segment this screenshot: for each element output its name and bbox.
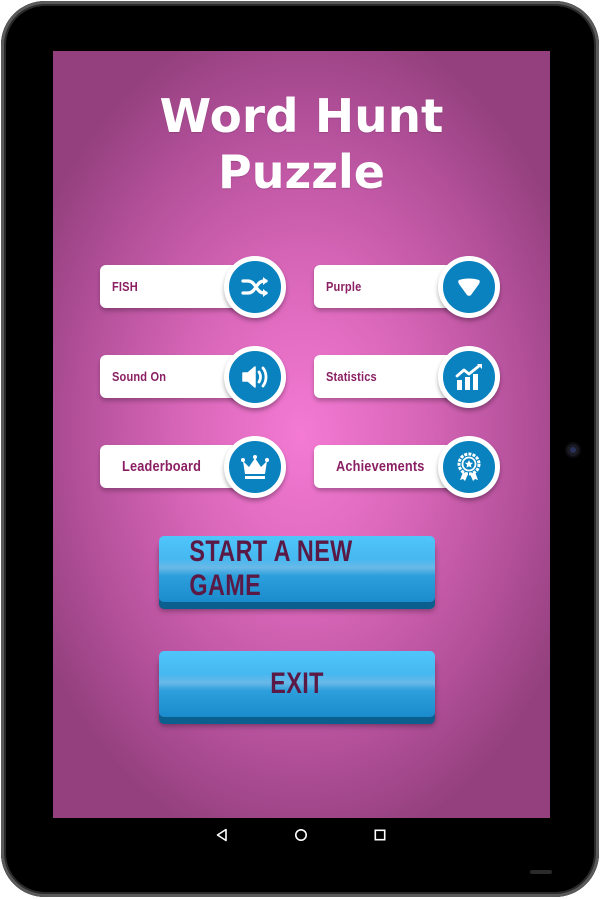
- category-label: FISH: [112, 279, 138, 294]
- statistics-label: Statistics: [326, 369, 377, 384]
- home-icon[interactable]: [291, 820, 311, 850]
- theme-option[interactable]: Purple: [314, 256, 500, 318]
- exit-label: EXIT: [270, 667, 324, 700]
- theme-label: Purple: [326, 279, 362, 294]
- shuffle-icon[interactable]: [224, 256, 286, 318]
- leaderboard-option[interactable]: Leaderboard: [100, 436, 286, 498]
- app-title-line1: Word Hunt: [159, 89, 444, 143]
- leaderboard-label: Leaderboard: [122, 458, 202, 475]
- statistics-option[interactable]: Statistics: [314, 346, 500, 408]
- crown-icon[interactable]: [224, 436, 286, 498]
- sound-label: Sound On: [112, 369, 167, 384]
- start-new-game-label: START A NEW GAME: [189, 535, 353, 602]
- app-screen: Word Hunt Puzzle FISH Purple Sound On St…: [53, 51, 550, 818]
- achievements-option[interactable]: Achievements: [314, 436, 500, 498]
- recents-icon[interactable]: [370, 820, 390, 850]
- app-title-line2: Puzzle: [218, 145, 385, 199]
- shield-icon[interactable]: [438, 256, 500, 318]
- achievements-label: Achievements: [336, 458, 425, 475]
- back-icon[interactable]: [212, 820, 232, 850]
- speaker-icon[interactable]: [224, 346, 286, 408]
- chart-icon[interactable]: [438, 346, 500, 408]
- sound-option[interactable]: Sound On: [100, 346, 286, 408]
- badge-icon[interactable]: [438, 436, 500, 498]
- category-option[interactable]: FISH: [100, 256, 286, 318]
- exit-button[interactable]: EXIT: [159, 651, 435, 717]
- start-new-game-button[interactable]: START A NEW GAME: [159, 535, 435, 602]
- speaker-grille: [530, 870, 552, 874]
- camera-icon: [567, 444, 579, 456]
